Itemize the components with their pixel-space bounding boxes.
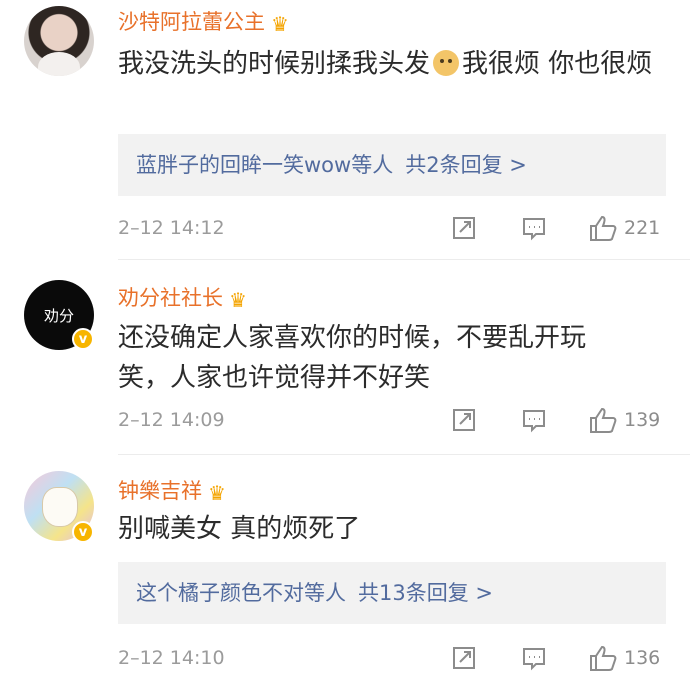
replies-link[interactable]: 这个橘子颜色不对等人 共13条回复 > (118, 562, 666, 624)
comment-icon[interactable] (520, 406, 548, 434)
timestamp: 2–12 14:09 (118, 409, 225, 431)
replies-link[interactable]: 蓝胖子的回眸一笑wow等人 共2条回复 > (118, 134, 666, 196)
comment-actions: 221 (450, 214, 660, 242)
username-link[interactable]: 劝分社社长 ♛ (118, 282, 247, 312)
avatar[interactable] (24, 6, 94, 76)
reply-preview: 蓝胖子的回眸一笑wow等人 (136, 153, 394, 177)
verified-badge-icon: v (72, 328, 94, 350)
crown-icon: ♛ (208, 481, 226, 505)
verified-badge-icon: v (72, 521, 94, 543)
thumbs-up-icon[interactable] (588, 213, 618, 243)
thumbs-up-icon[interactable] (588, 405, 618, 435)
crown-icon: ♛ (229, 288, 247, 312)
share-icon[interactable] (450, 644, 478, 672)
share-icon[interactable] (450, 406, 478, 434)
like-count: 139 (624, 409, 661, 431)
crown-icon: ♛ (271, 12, 289, 36)
username-link[interactable]: 钟樂吉祥 ♛ (118, 475, 226, 505)
comment-item: 劝分 v 劝分社社长 ♛ 还没确定人家喜欢你的时候，不要乱开玩笑，人家也许觉得并不… (0, 260, 690, 454)
like-count: 136 (624, 647, 661, 669)
comment-item: v 钟樂吉祥 ♛ 别喊美女 真的烦死了 这个橘子颜色不对等人 共13条回复 > 2–… (0, 455, 690, 684)
timestamp: 2–12 14:12 (118, 217, 225, 239)
reply-preview: 这个橘子颜色不对等人 (136, 581, 346, 605)
comment-text: 我没洗头的时候别揉我头发 我很烦 你也很烦 (118, 49, 653, 79)
doge-emoji-icon (433, 50, 460, 76)
like-count: 221 (624, 217, 661, 239)
thumbs-up-icon[interactable] (588, 643, 618, 673)
comment-text: 别喊美女 真的烦死了 (118, 514, 361, 544)
timestamp: 2–12 14:10 (118, 647, 225, 669)
comment-actions: 139 (450, 406, 660, 434)
reply-count: 共13条回复 > (358, 581, 493, 605)
comment-icon[interactable] (520, 214, 548, 242)
comment-item: 沙特阿拉蕾公主 ♛ 我没洗头的时候别揉我头发 我很烦 你也很烦 蓝胖子的回眸一笑wo… (0, 0, 690, 260)
comment-icon[interactable] (520, 644, 548, 672)
username-link[interactable]: 沙特阿拉蕾公主 ♛ (118, 6, 289, 36)
comment-actions: 136 (450, 644, 660, 672)
reply-count: 共2条回复 > (405, 153, 527, 177)
share-icon[interactable] (450, 214, 478, 242)
comment-text: 还没确定人家喜欢你的时候，不要乱开玩笑，人家也许觉得并不好笑 (118, 323, 587, 393)
